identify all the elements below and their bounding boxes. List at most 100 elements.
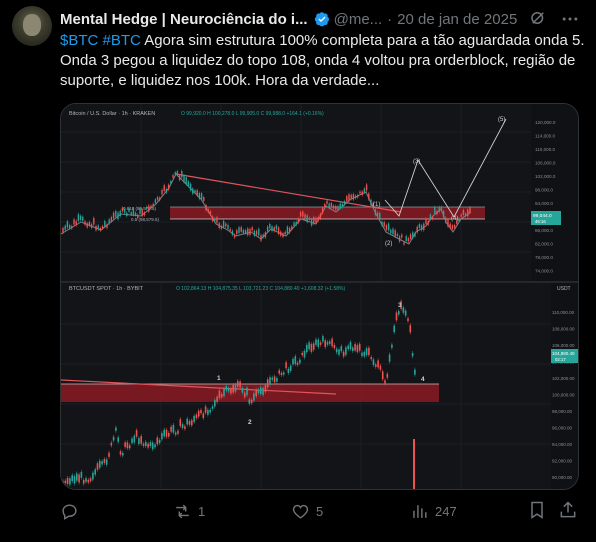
bottom-candle bbox=[365, 348, 368, 356]
bottom-candle bbox=[356, 345, 359, 352]
top-candle bbox=[244, 230, 247, 234]
reply-button[interactable] bbox=[60, 500, 85, 522]
tweet-date[interactable]: 20 de jan de 2025 bbox=[397, 11, 517, 28]
bottom-candle bbox=[184, 426, 186, 429]
more-options-icon[interactable] bbox=[560, 9, 580, 29]
top-candle bbox=[143, 212, 146, 216]
bottom-candle bbox=[342, 351, 345, 357]
top-candle bbox=[183, 175, 185, 182]
tweet-header: Mental Hedge | Neurociência do i... @me.… bbox=[60, 9, 517, 29]
tweet-text: $BTC #BTC Agora sim estrutura 100% compl… bbox=[60, 31, 586, 91]
bottom-candle bbox=[140, 436, 142, 444]
bottom-price-badge-sub: 02:17 bbox=[555, 357, 566, 362]
bottom-candle bbox=[115, 427, 117, 431]
bottom-candle bbox=[193, 415, 195, 422]
top-candle bbox=[68, 224, 71, 229]
bottom-candle bbox=[370, 357, 372, 360]
top-candle bbox=[189, 183, 192, 191]
bottom-candle bbox=[372, 359, 375, 366]
views-icon bbox=[413, 504, 427, 518]
top-candle bbox=[288, 227, 291, 233]
hashtag-btc-cashtag[interactable]: $BTC bbox=[60, 32, 98, 49]
bottom-candle bbox=[94, 469, 96, 475]
top-axis-tick: 106,000.0 bbox=[535, 161, 556, 166]
top-candle bbox=[187, 181, 190, 186]
top-candle bbox=[423, 223, 425, 231]
top-candle bbox=[412, 232, 414, 238]
bottom-candle bbox=[211, 406, 214, 409]
bottom-candle bbox=[82, 480, 85, 484]
top-candle bbox=[145, 206, 148, 210]
bottom-candle bbox=[269, 377, 271, 385]
bottom-candle bbox=[128, 445, 131, 449]
bottom-candle bbox=[195, 414, 198, 419]
top-candle bbox=[339, 203, 341, 209]
top-candle bbox=[297, 218, 300, 223]
top-candle bbox=[381, 221, 383, 226]
author-name[interactable]: Mental Hedge | Neurociência do i... bbox=[60, 11, 308, 28]
top-candle bbox=[299, 212, 302, 217]
top-candle bbox=[216, 217, 218, 223]
bottom-wave-label-2: 2 bbox=[248, 419, 252, 426]
bottom-axis-tick: 100,000.00 bbox=[552, 393, 575, 398]
bottom-candle bbox=[214, 400, 216, 407]
top-candle bbox=[71, 226, 73, 229]
top-candle bbox=[416, 226, 418, 233]
bottom-candle bbox=[234, 384, 237, 392]
top-candle bbox=[324, 204, 326, 207]
avatar[interactable] bbox=[12, 6, 52, 46]
top-candle bbox=[447, 219, 449, 227]
views-count: 247 bbox=[435, 503, 457, 519]
top-candle bbox=[440, 206, 443, 211]
hashtag-btc[interactable]: #BTC bbox=[103, 32, 141, 49]
bottom-candle bbox=[393, 325, 395, 333]
like-button[interactable]: 5 bbox=[291, 500, 323, 522]
top-candle bbox=[75, 220, 77, 226]
top-candle bbox=[460, 214, 462, 217]
top-axis-tick: 110,000.0 bbox=[535, 147, 556, 152]
grok-icon[interactable] bbox=[529, 9, 547, 27]
tweet-image[interactable]: Bitcoin / U.S. Dollar · 1h · KRAKEN O 99… bbox=[60, 103, 579, 490]
bookmark-icon[interactable] bbox=[527, 500, 547, 520]
top-candle bbox=[260, 235, 262, 241]
top-candle bbox=[348, 194, 350, 201]
views-button[interactable]: 247 bbox=[410, 500, 457, 522]
top-candle bbox=[86, 223, 88, 228]
top-candle bbox=[108, 219, 110, 224]
bottom-candle bbox=[398, 311, 400, 315]
bottom-candle bbox=[110, 442, 113, 446]
bottom-candle bbox=[354, 344, 356, 351]
bottom-candle bbox=[253, 393, 255, 401]
bottom-candle bbox=[329, 341, 331, 344]
bottom-candle bbox=[407, 318, 409, 322]
wave-label-4: (4) bbox=[451, 216, 458, 222]
top-candle bbox=[280, 231, 282, 236]
top-candle bbox=[104, 221, 106, 227]
top-candle bbox=[106, 224, 108, 228]
top-candle bbox=[163, 185, 165, 191]
top-candle bbox=[154, 199, 157, 203]
verified-badge-icon bbox=[314, 12, 329, 27]
top-candle bbox=[286, 226, 289, 234]
author-handle[interactable]: @me... bbox=[334, 11, 383, 28]
retweet-button[interactable]: 1 bbox=[173, 500, 205, 522]
top-candle bbox=[203, 197, 205, 201]
bottom-candle bbox=[303, 350, 306, 358]
bottom-candle bbox=[266, 379, 269, 388]
top-candle bbox=[337, 206, 339, 210]
bottom-axis-tick: 96,000.00 bbox=[552, 426, 573, 431]
volume-spike bbox=[413, 439, 415, 489]
bottom-candle bbox=[388, 354, 391, 362]
bottom-candle bbox=[381, 371, 384, 380]
top-candle bbox=[181, 171, 183, 178]
bottom-axis-tick: 110,000.00 bbox=[552, 310, 575, 315]
top-candle bbox=[110, 217, 113, 222]
bottom-candle bbox=[89, 478, 92, 482]
bottom-candle bbox=[209, 409, 211, 413]
bottom-candle bbox=[76, 473, 78, 481]
share-icon[interactable] bbox=[558, 500, 578, 520]
top-candle bbox=[229, 228, 231, 231]
top-candle bbox=[222, 220, 225, 228]
top-candle bbox=[95, 225, 97, 231]
separator-dot: · bbox=[387, 10, 393, 28]
